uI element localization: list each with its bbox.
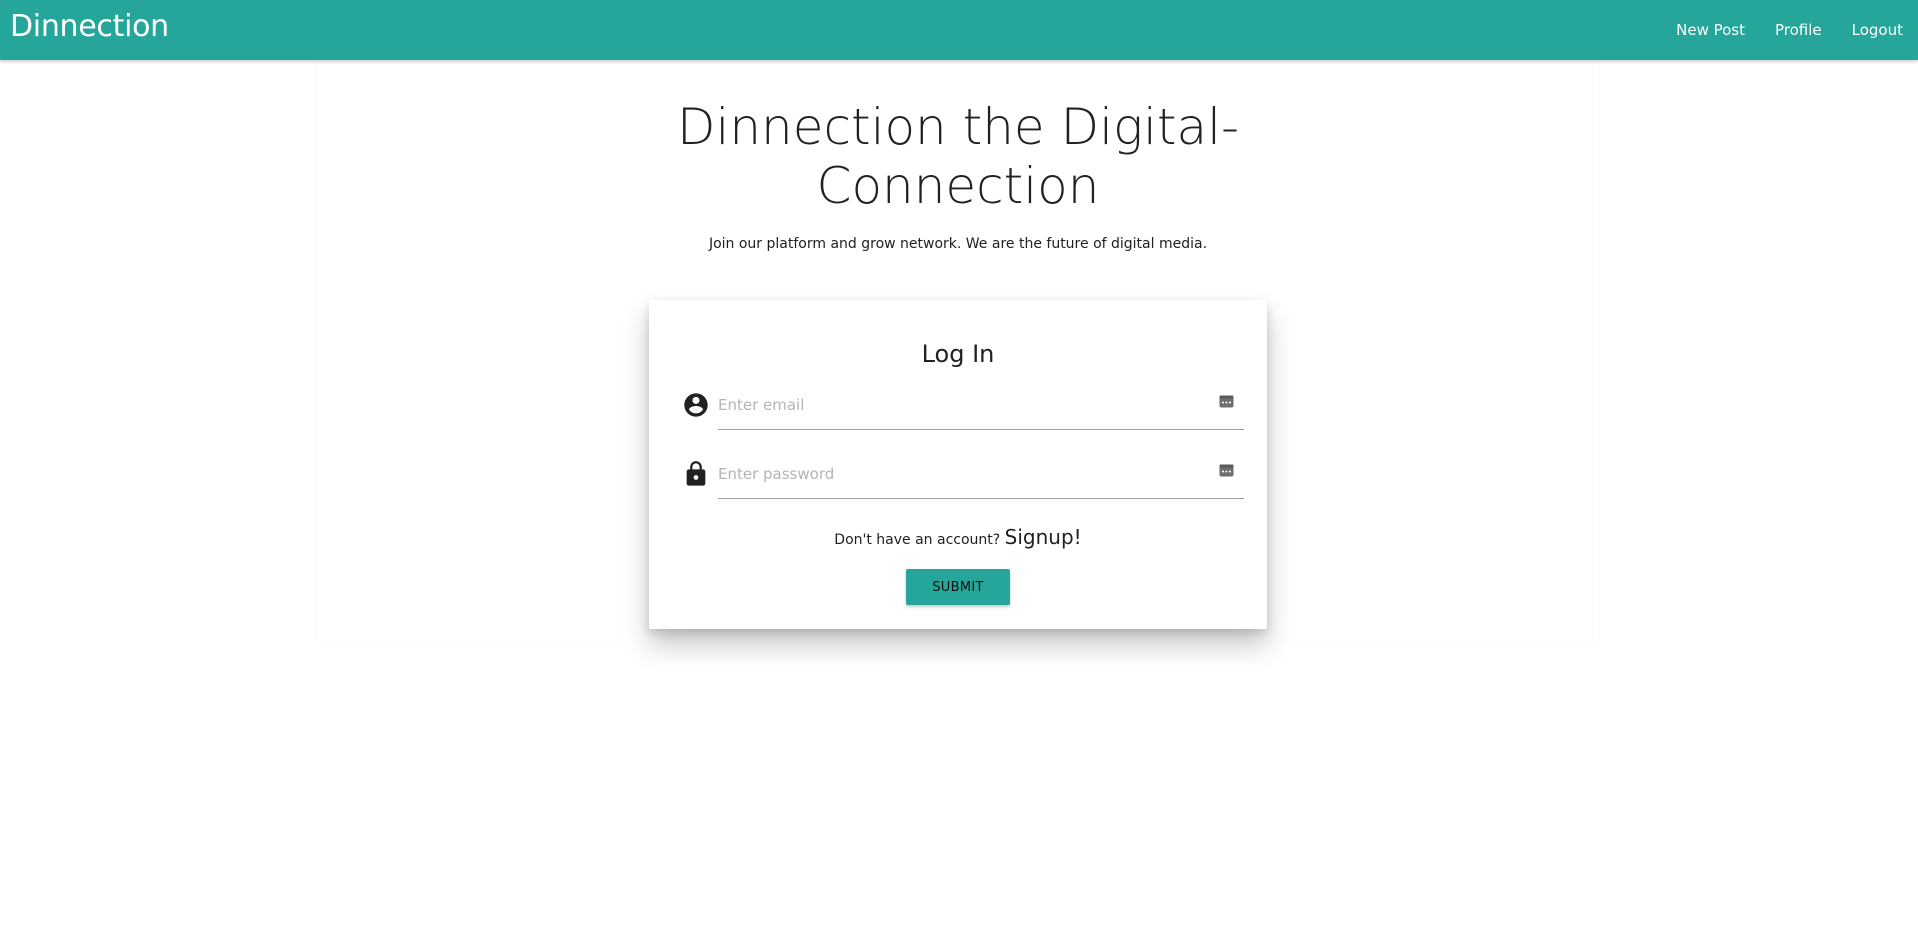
nav-link-new-post[interactable]: New Post — [1661, 0, 1760, 60]
lock-icon — [682, 460, 710, 488]
password-field — [682, 450, 1244, 499]
password-manager-icon[interactable] — [1219, 463, 1234, 478]
submit-button[interactable]: SUBMIT — [906, 569, 1010, 605]
login-card: Log In Enter email Don't have an account… — [649, 300, 1267, 629]
page-subtitle: Join our platform and grow network. We a… — [708, 236, 1208, 252]
signup-prompt: Don't have an account? Signup! — [649, 525, 1267, 549]
signup-prompt-text: Don't have an account? — [834, 532, 1001, 548]
brand-logo[interactable]: Dinnection — [10, 9, 169, 44]
nav-link-logout[interactable]: Logout — [1837, 0, 1918, 60]
nav-links: New Post Profile Logout — [1661, 0, 1918, 60]
nav-link-profile[interactable]: Profile — [1760, 0, 1837, 60]
page-title-line-2: Connection — [816, 157, 1100, 215]
page-title: Dinnection the Digital- Connection — [600, 98, 1316, 216]
signup-link[interactable]: Signup! — [1005, 525, 1082, 549]
page-title-line-1: Dinnection the Digital- — [676, 98, 1240, 156]
email-field — [682, 381, 1244, 430]
login-title: Log In — [921, 340, 995, 368]
password-input[interactable] — [718, 460, 1198, 488]
top-navbar: Dinnection New Post Profile Logout — [0, 0, 1918, 60]
password-manager-icon[interactable] — [1219, 394, 1234, 409]
password-input-wrap — [718, 450, 1244, 499]
email-input[interactable] — [718, 391, 1198, 419]
account-circle-icon — [682, 391, 710, 419]
email-input-wrap — [718, 381, 1244, 430]
